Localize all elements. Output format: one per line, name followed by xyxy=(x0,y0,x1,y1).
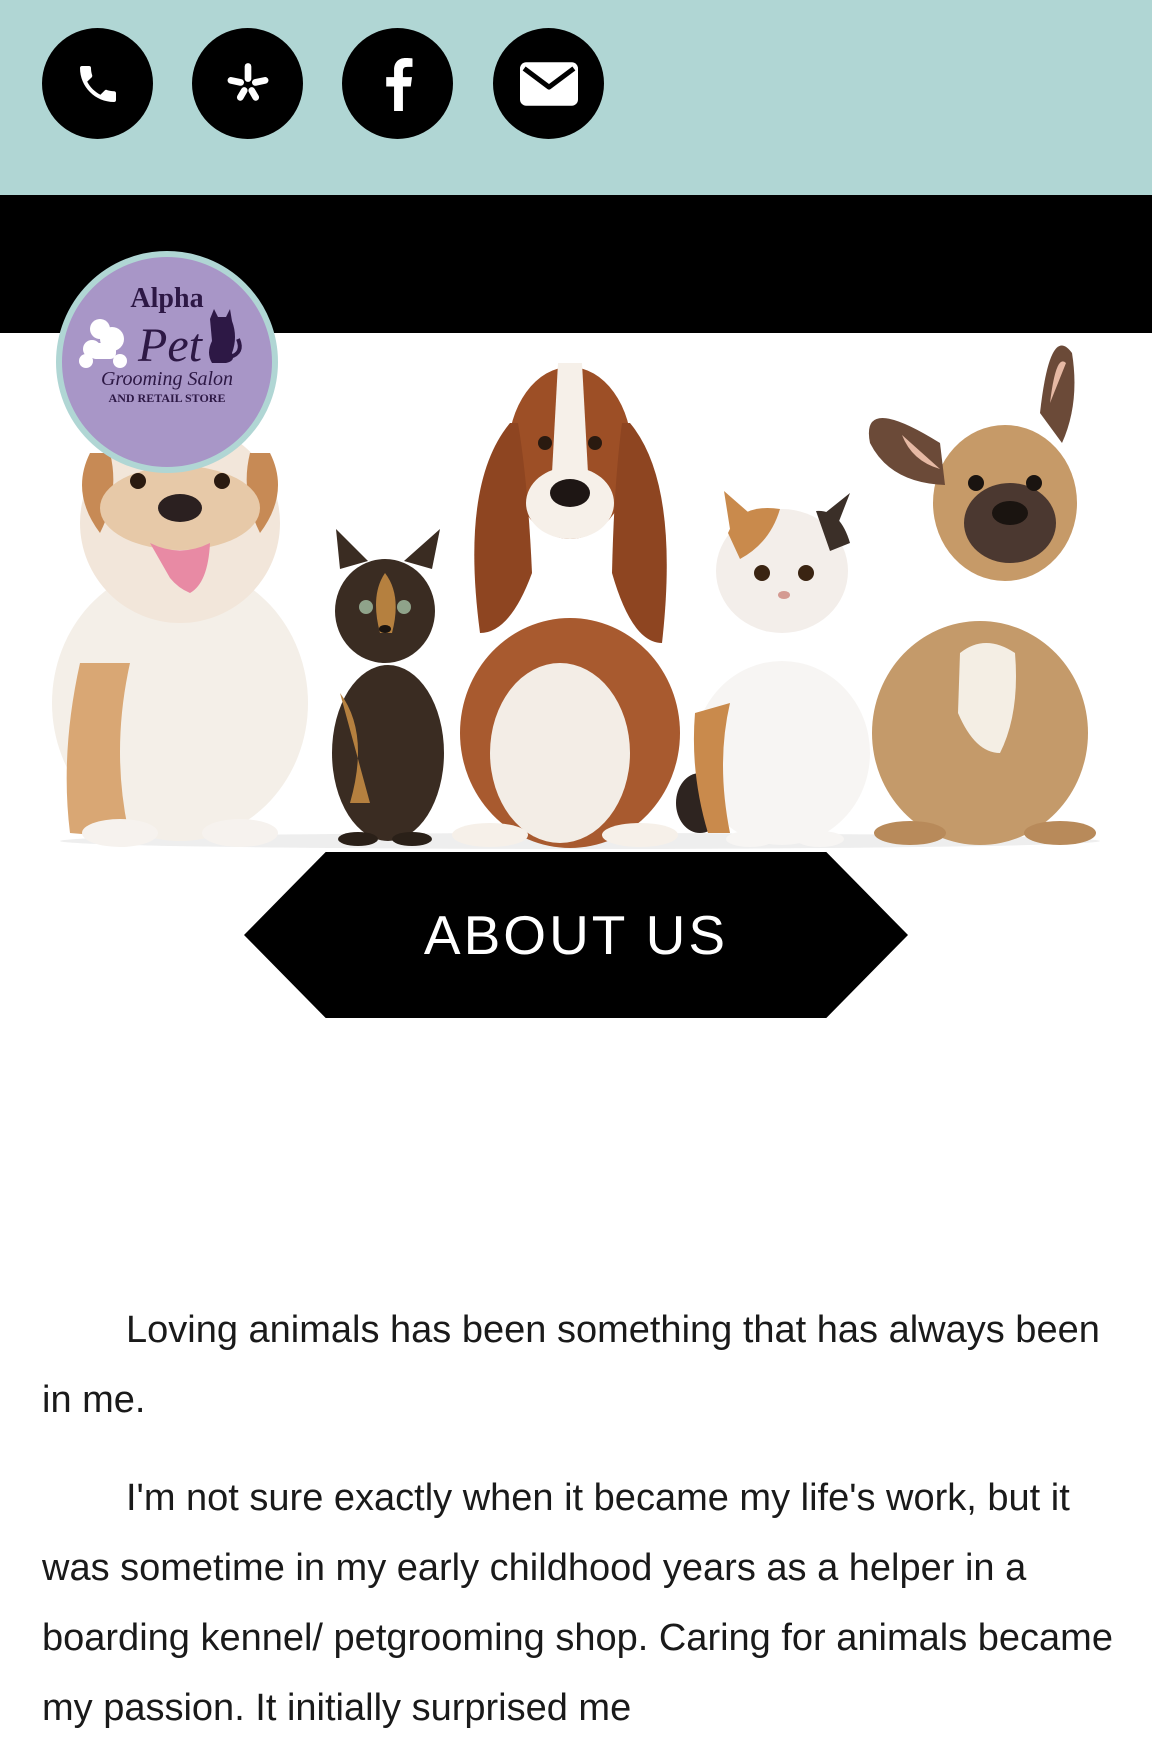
basset-hound-figure xyxy=(452,363,724,848)
yelp-icon xyxy=(227,62,268,101)
logo-line-grooming: Grooming Salon xyxy=(101,368,233,390)
envelope-icon xyxy=(519,61,578,106)
phone-icon xyxy=(79,65,116,102)
social-bar xyxy=(0,0,1152,195)
about-paragraph: I'm not sure exactly when it became my l… xyxy=(42,1477,1113,1729)
facebook-button[interactable] xyxy=(342,28,453,139)
exotic-cat-figure xyxy=(693,491,870,847)
facebook-icon xyxy=(385,57,412,111)
alpha-pet-logo[interactable]: Alpha Pet Grooming Salon AND RETAIL STOR… xyxy=(56,251,278,473)
bulldog-figure xyxy=(52,423,308,847)
logo-line-pet: Pet xyxy=(137,319,204,372)
cat-icon xyxy=(209,309,242,363)
about-paragraph: Loving animals has been something that h… xyxy=(42,1309,1100,1421)
poodle-icon xyxy=(79,319,127,368)
yelp-button[interactable] xyxy=(192,28,303,139)
about-text: Loving animals has been something that h… xyxy=(42,1295,1122,1747)
french-bulldog-figure xyxy=(868,345,1096,845)
logo-line-retail: AND RETAIL STORE xyxy=(109,391,226,405)
email-button[interactable] xyxy=(493,28,604,139)
about-us-title: ABOUT US xyxy=(423,904,729,966)
phone-button[interactable] xyxy=(42,28,153,139)
kitten-figure xyxy=(332,529,444,846)
about-us-banner: ABOUT US xyxy=(244,852,908,1018)
logo-line-alpha: Alpha xyxy=(130,283,203,314)
